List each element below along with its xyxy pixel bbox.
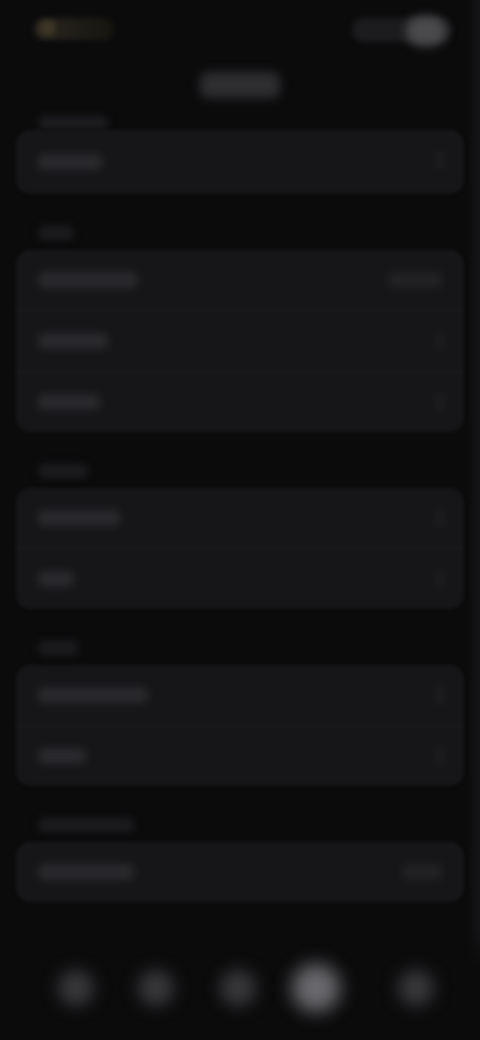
settings-group: [16, 665, 464, 786]
tab-icon-2[interactable]: [126, 960, 186, 1020]
settings-row[interactable]: [16, 311, 464, 372]
page-title: [200, 72, 280, 98]
scroll-edge: [466, 0, 480, 1040]
section-header: [16, 110, 464, 130]
settings-row[interactable]: [16, 372, 464, 432]
chevron-right-icon: [434, 150, 446, 170]
chevron-right-icon: [434, 746, 446, 766]
chevron-right-icon: [434, 392, 446, 412]
settings-group: [16, 488, 464, 609]
row-label: [38, 272, 138, 288]
tab-icon-4[interactable]: [286, 960, 346, 1020]
location-icon: [40, 20, 56, 36]
chevron-right-icon: [434, 508, 446, 528]
settings-group: [16, 130, 464, 194]
signal-icon: [352, 18, 353, 19]
row-label: [38, 748, 86, 764]
screen: [0, 0, 480, 1040]
chevron-right-icon: [434, 685, 446, 705]
row-label: [38, 864, 134, 880]
row-label: [38, 394, 100, 410]
chevron-right-icon: [434, 331, 446, 351]
section-header: [16, 798, 464, 842]
settings-row[interactable]: [16, 488, 464, 549]
row-label: [38, 510, 120, 526]
settings-row[interactable]: [16, 130, 464, 194]
row-value: [402, 864, 442, 880]
status-bar: [0, 0, 480, 60]
settings-group: [16, 842, 464, 902]
row-label: [38, 687, 148, 703]
settings-row[interactable]: [16, 842, 464, 902]
wifi-icon: [352, 18, 353, 19]
row-label: [38, 154, 102, 170]
tab-icon-3[interactable]: [208, 960, 268, 1020]
chevron-right-icon: [434, 569, 446, 589]
row-label: [38, 571, 74, 587]
tab-icon-5[interactable]: [386, 960, 446, 1020]
settings-list: [16, 110, 464, 914]
tab-icon-1[interactable]: [46, 960, 106, 1020]
battery-icon: [406, 16, 446, 46]
section-header: [16, 621, 464, 665]
settings-row[interactable]: [16, 665, 464, 726]
tab-bar: [0, 930, 480, 1040]
section-header: [16, 206, 464, 250]
settings-group: [16, 250, 464, 432]
row-label: [38, 333, 108, 349]
section-header: [16, 444, 464, 488]
settings-row[interactable]: [16, 726, 464, 786]
settings-row[interactable]: [16, 549, 464, 609]
row-value: [388, 272, 442, 288]
settings-row[interactable]: [16, 250, 464, 311]
